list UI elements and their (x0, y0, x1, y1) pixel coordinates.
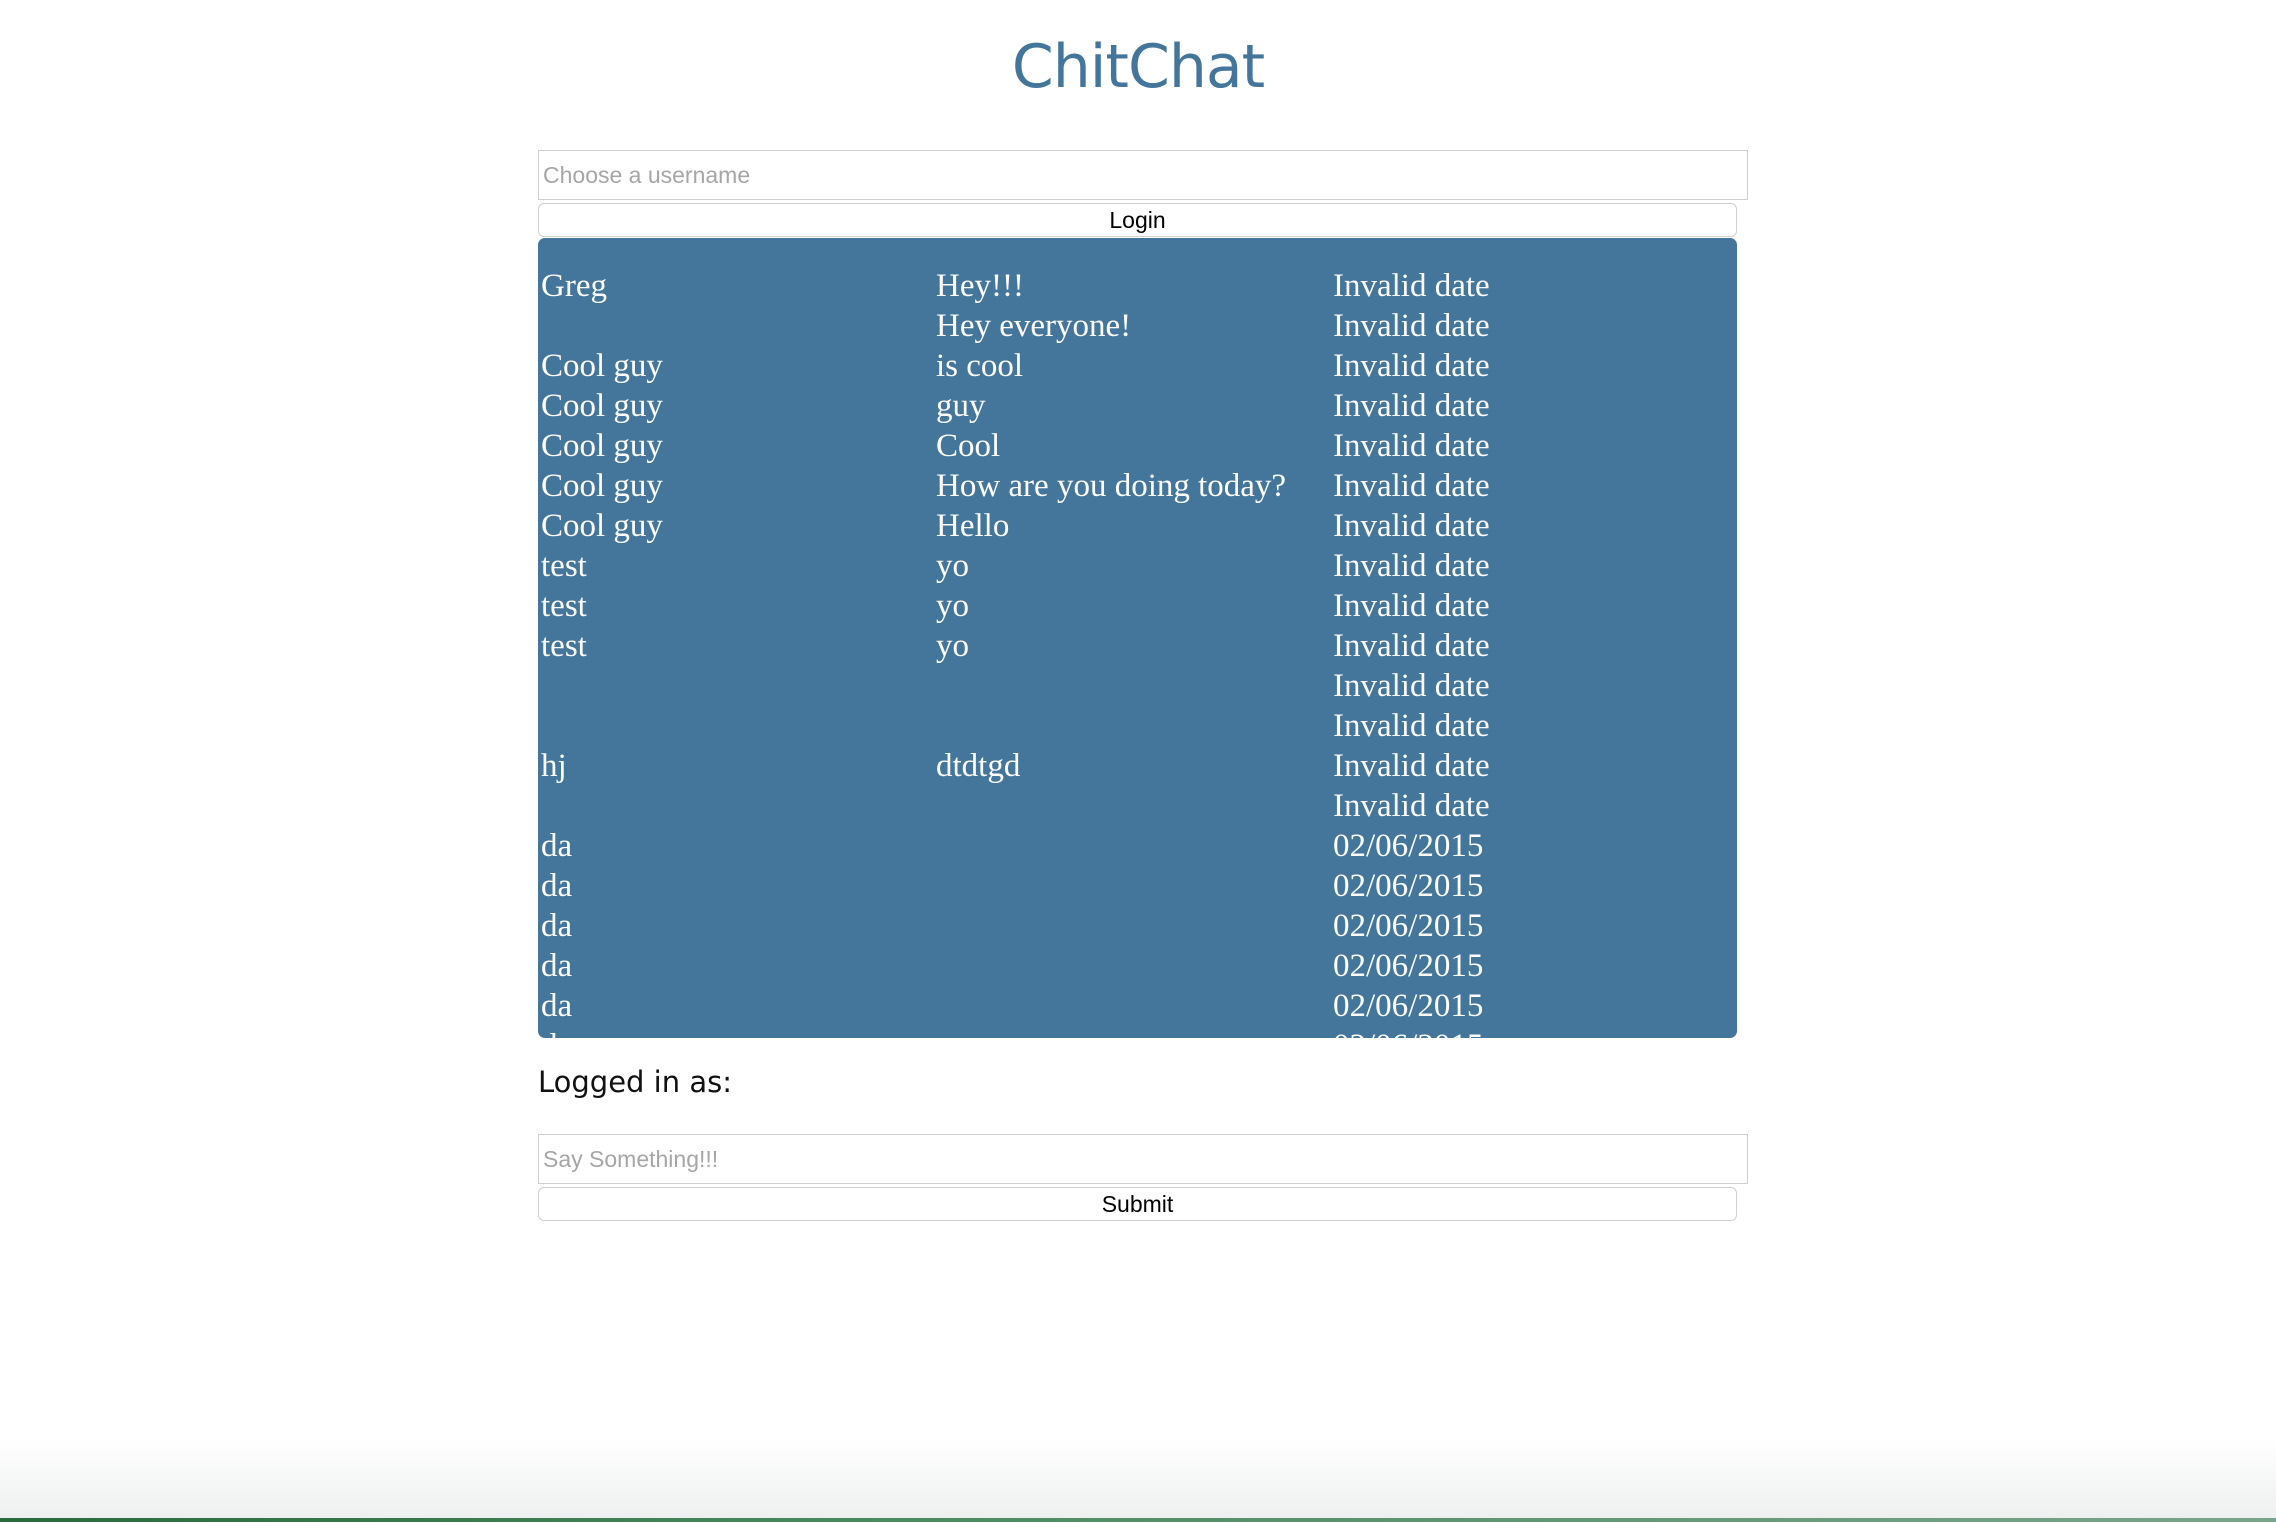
message-row: Cool guy is cool Invalid date (538, 346, 1737, 386)
message-text: Hello (936, 508, 1010, 544)
message-user (538, 706, 934, 746)
message-timestamp: Invalid date (1333, 308, 1490, 344)
message-row: hj dtdtgd Invalid date (538, 746, 1737, 786)
message-text: Hey everyone! (936, 308, 1132, 344)
message-text: is cool (936, 348, 1024, 384)
message-user (538, 666, 934, 706)
message-user: Cool guy (541, 428, 663, 464)
message-timestamp: Invalid date (1333, 548, 1490, 584)
window-bottom-shadow (0, 1440, 2276, 1522)
message-row: da 02/06/2015 (538, 1026, 1737, 1038)
submit-button[interactable]: Submit (538, 1187, 1737, 1221)
message-row: test yo Invalid date (538, 546, 1737, 586)
message-text: How are you doing today? (936, 468, 1287, 504)
message-timestamp: Invalid date (1333, 588, 1490, 624)
message-text: Hey!!! (936, 268, 1024, 304)
message-user: test (541, 628, 587, 664)
message-text (934, 706, 1331, 746)
logged-in-label: Logged in as: (538, 1065, 732, 1099)
login-button[interactable]: Login (538, 203, 1737, 237)
message-user: da (541, 828, 573, 864)
message-timestamp: Invalid date (1333, 268, 1490, 304)
message-row: Cool guy guy Invalid date (538, 386, 1737, 426)
message-row: Greg Hey!!! Invalid date (538, 266, 1737, 306)
message-timestamp: 02/06/2015 (1333, 908, 1484, 944)
message-user (538, 786, 934, 826)
message-timestamp: Invalid date (1333, 388, 1490, 424)
message-row: Invalid date (538, 706, 1737, 746)
message-timestamp: Invalid date (1333, 508, 1490, 544)
message-text (934, 906, 1331, 946)
message-row: da 02/06/2015 (538, 866, 1737, 906)
message-timestamp: Invalid date (1333, 348, 1490, 384)
message-timestamp: Invalid date (1333, 788, 1490, 824)
message-row: da 02/06/2015 (538, 826, 1737, 866)
messages-list: Greg Hey!!! Invalid date Hey everyone! Inval… (538, 266, 1737, 1038)
message-user: Cool guy (541, 508, 663, 544)
message-timestamp: Invalid date (1333, 748, 1490, 784)
message-text (934, 666, 1331, 706)
message-user: da (541, 988, 573, 1024)
message-row: Cool guy Cool Invalid date (538, 426, 1737, 466)
message-user: Cool guy (541, 348, 663, 384)
message-text: guy (936, 388, 986, 424)
message-user: da (538, 1026, 934, 1038)
messages-panel[interactable]: Greg Hey!!! Invalid date Hey everyone! Inval… (538, 238, 1737, 1038)
message-text (934, 786, 1331, 826)
message-text: dtdtgd (936, 748, 1021, 784)
message-user: da (541, 868, 573, 904)
message-timestamp: Invalid date (1333, 668, 1490, 704)
message-timestamp: 02/06/2015 (1333, 868, 1484, 904)
message-row: da 02/06/2015 (538, 946, 1737, 986)
message-timestamp: 02/06/2015 (1331, 1026, 1737, 1038)
message-user: Cool guy (541, 388, 663, 424)
message-row: test yo Invalid date (538, 586, 1737, 626)
message-row: Hey everyone! Invalid date (538, 306, 1737, 346)
message-user: Cool guy (541, 468, 663, 504)
message-row: da 02/06/2015 (538, 986, 1737, 1026)
message-timestamp: 02/06/2015 (1333, 948, 1484, 984)
message-row: Cool guy Hello Invalid date (538, 506, 1737, 546)
message-text: Cool (936, 428, 1001, 464)
message-text: yo (936, 548, 969, 584)
message-text (934, 1026, 1331, 1038)
message-input[interactable] (538, 1134, 1748, 1184)
message-user: test (541, 588, 587, 624)
message-timestamp: 02/06/2015 (1333, 828, 1484, 864)
message-text (934, 826, 1331, 866)
message-user: da (541, 948, 573, 984)
message-row: Invalid date (538, 786, 1737, 826)
window-bottom-edge (0, 1518, 2276, 1522)
message-user: da (541, 908, 573, 944)
message-text (934, 946, 1331, 986)
message-timestamp: Invalid date (1333, 468, 1490, 504)
message-timestamp: Invalid date (1333, 628, 1490, 664)
app-title: ChitChat (1011, 32, 1265, 102)
message-user: test (541, 548, 587, 584)
message-text: yo (936, 628, 969, 664)
message-row: test yo Invalid date (538, 626, 1737, 666)
message-timestamp: 02/06/2015 (1333, 988, 1484, 1024)
message-row: Cool guy How are you doing today? Invalid … (538, 466, 1737, 506)
message-user: hj (541, 748, 567, 784)
message-timestamp: Invalid date (1333, 428, 1490, 464)
message-text (934, 866, 1331, 906)
message-user: Greg (541, 268, 607, 304)
message-user (538, 306, 934, 346)
message-timestamp: Invalid date (1333, 708, 1490, 744)
username-input[interactable] (538, 150, 1748, 200)
message-text (934, 986, 1331, 1026)
message-text: yo (936, 588, 969, 624)
message-row: da 02/06/2015 (538, 906, 1737, 946)
message-row: Invalid date (538, 666, 1737, 706)
